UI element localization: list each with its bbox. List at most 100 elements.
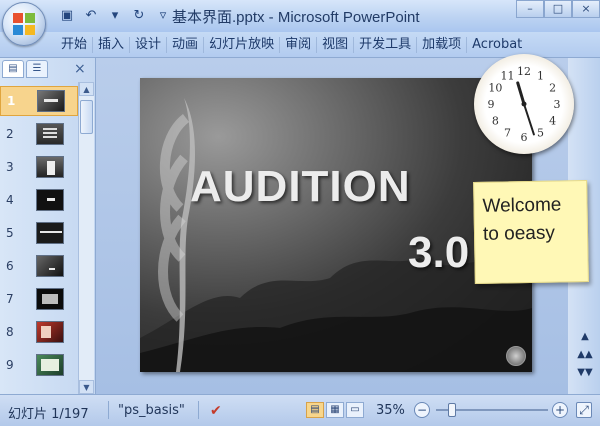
clock-number: 11 [501,69,515,82]
window-title: 基本界面.pptx - Microsoft PowerPoint [172,9,420,26]
pane-close-icon[interactable]: × [74,61,86,77]
slide-number: 2 [6,127,14,141]
next-slide-icon[interactable]: ▼▼ [577,366,593,380]
clock-number: 2 [549,82,556,95]
slide-number: 6 [6,259,14,273]
sound-icon [506,346,526,366]
slide-thumbnail-list: 1 2 3 4 5 6 7 8 9 [0,82,78,394]
tab-developer[interactable]: 开发工具 [354,37,418,53]
thumbnail-image [36,354,64,376]
ribbon-tabs: 开始 插入 设计 动画 幻灯片放映 审阅 视图 开发工具 加载项 Acrobat [56,32,527,58]
tab-acrobat[interactable]: Acrobat [467,37,527,53]
clock-number: 9 [488,98,495,111]
clock-number: 3 [554,98,561,111]
quick-access-toolbar: ▣ ↶ ▾ ↻ ▿ [58,6,172,26]
slide-number: 8 [6,325,14,339]
slide-thumbnail[interactable]: 5 [0,219,78,249]
slide-thumbnail[interactable]: 7 [0,285,78,315]
scroll-down-icon[interactable]: ▼ [79,380,94,394]
pane-tabs: ▤ ☰ [2,60,48,80]
office-logo-icon [13,13,37,37]
slide-thumbnail[interactable]: 9 [0,351,78,381]
maximize-button[interactable]: □ [544,0,572,18]
clock-face: 12 12 3 45678 9 1011 [488,65,561,144]
slide-thumbnail[interactable]: 6 [0,252,78,282]
tab-design[interactable]: 设计 [130,37,168,53]
slide-number: 5 [6,226,14,240]
normal-view-button[interactable]: ▤ [306,402,324,418]
sticky-note-gadget[interactable]: Welcome to oeasy [473,180,589,284]
clock-number: 1 [537,69,544,82]
slide-thumbnail[interactable]: 8 [0,318,78,348]
tab-slides[interactable]: ▤ [2,60,24,78]
slide-number: 7 [6,292,14,306]
clock-number: 8 [492,115,499,128]
clock-minute-hand [523,103,535,136]
slide-number: 4 [6,193,14,207]
slide-indicator: 幻灯片 1/197 [8,407,89,422]
window-controls: – □ × [516,0,600,18]
slide-show-view-button[interactable]: ▭ [346,402,364,418]
tab-insert[interactable]: 插入 [93,37,131,53]
feather-image [158,98,195,372]
zoom-out-button[interactable]: − [414,402,430,418]
note-line: to oeasy [482,222,556,245]
thumbnail-image [36,156,64,178]
tab-add-ins[interactable]: 加载项 [417,37,468,53]
theme-name: "ps_basis" [118,403,185,418]
slides-pane-scrollbar[interactable]: ▲ ▼ [78,82,94,394]
zoom-in-button[interactable]: + [552,402,568,418]
undo-icon[interactable]: ↶ [82,7,100,25]
tab-slide-show[interactable]: 幻灯片放映 [204,37,281,53]
slide-sorter-view-button[interactable]: ▦ [326,402,344,418]
fit-to-window-button[interactable]: ⤢ [576,402,592,418]
thumbnail-image [36,321,64,343]
clock-number: 6 [521,131,528,144]
spelling-check-icon[interactable]: ✔ [210,403,222,419]
slide-thumbnail[interactable]: 4 [0,186,78,216]
tab-review[interactable]: 审阅 [280,37,318,53]
scroll-up-icon[interactable]: ▲ [577,330,593,344]
slide-thumbnail[interactable]: 1 [0,86,78,116]
clock-number: 4 [549,115,556,128]
status-separator [108,401,109,419]
scroll-up-icon[interactable]: ▲ [79,82,94,96]
zoom-level[interactable]: 35% [376,403,405,418]
clock-hour-hand [516,81,526,106]
zoom-slider-knob[interactable] [447,403,456,417]
slide-number: 9 [6,358,14,372]
slide-title[interactable]: AUDITION [190,162,411,212]
save-icon[interactable]: ▣ [58,7,76,25]
note-line: Welcome [482,194,562,217]
thumbnail-image [37,90,65,112]
office-button[interactable] [2,2,46,46]
slide-number: 3 [6,160,14,174]
status-separator [198,401,199,419]
tab-view[interactable]: 视图 [317,37,355,53]
slide-thumbnail[interactable]: 3 [0,153,78,183]
clock-number: 5 [537,127,544,140]
clock-number: 10 [488,82,502,95]
previous-slide-icon[interactable]: ▲▲ [577,348,593,362]
tab-animations[interactable]: 动画 [167,37,205,53]
minimize-button[interactable]: – [516,0,544,18]
thumbnail-image [36,123,64,145]
scroll-thumb[interactable] [80,100,93,134]
thumbnail-image [36,255,64,277]
slide-thumbnail[interactable]: 2 [0,120,78,150]
clock-center [521,101,527,107]
customize-dropdown-icon[interactable]: ▿ [154,7,172,25]
undo-dropdown-icon[interactable]: ▾ [106,7,124,25]
slide-number: 1 [7,94,16,108]
slides-pane: ▤ ☰ × 1 2 3 4 5 6 7 8 9 ▲ ▼ [0,58,96,394]
thumbnail-image [36,288,64,310]
slide-version[interactable]: 3.0 [408,228,469,278]
tab-home[interactable]: 开始 [56,37,94,53]
thumbnail-image [36,222,64,244]
close-button[interactable]: × [572,0,600,18]
tab-outline[interactable]: ☰ [26,60,48,78]
redo-icon[interactable]: ↻ [130,7,148,25]
clock-gadget[interactable]: 12 1 2 3 4 5 6 7 8 9 10 11 [474,54,574,154]
clock-number: 12 [517,65,531,78]
status-bar: 幻灯片 1/197 "ps_basis" ✔ ▤ ▦ ▭ 35% − + ⤢ [0,394,600,426]
